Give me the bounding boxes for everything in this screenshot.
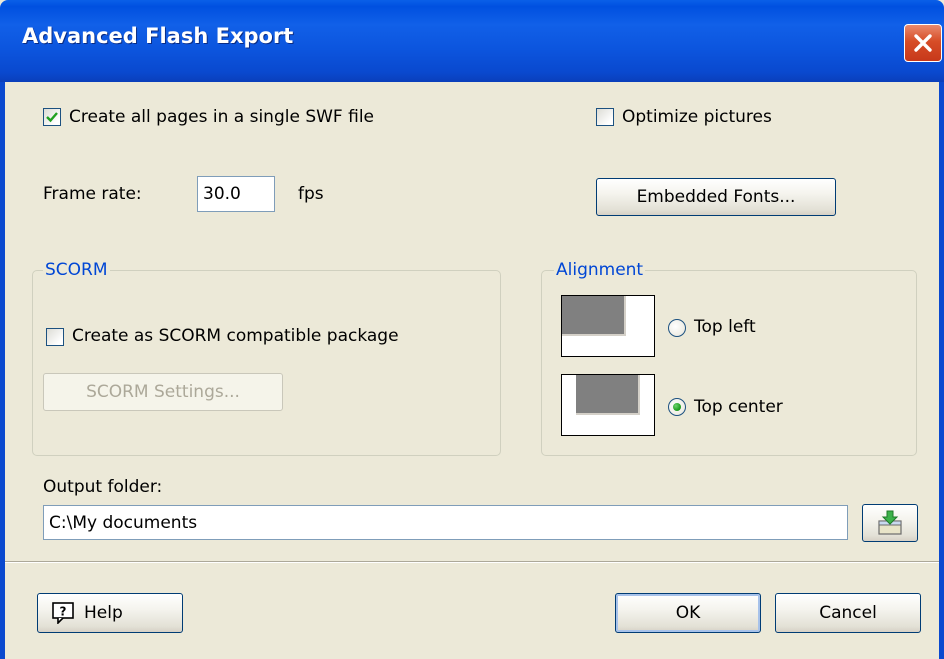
radio-selected-dot [673,403,681,411]
browse-folder-button[interactable] [862,504,918,542]
help-button-label: Help [84,603,123,623]
optimize-pictures-label[interactable]: Optimize pictures [622,107,772,127]
output-folder-input[interactable]: C:\My documents [43,505,848,540]
top-center-radio[interactable] [668,398,686,416]
top-center-preview [561,374,655,436]
top-center-preview-graphic [562,375,654,435]
top-center-label[interactable]: Top center [694,397,783,417]
ok-button[interactable]: OK [615,593,761,633]
output-folder-label: Output folder: [43,477,163,497]
svg-text:?: ? [60,605,67,619]
scorm-package-checkbox[interactable] [46,328,64,346]
scorm-legend: SCORM [43,260,110,280]
scorm-package-label[interactable]: Create as SCORM compatible package [72,326,399,346]
window-title: Advanced Flash Export [22,24,294,48]
top-left-radio[interactable] [668,319,686,337]
frame-rate-input[interactable]: 30.0 [197,176,275,212]
close-button[interactable] [904,24,942,62]
single-swf-label[interactable]: Create all pages in a single SWF file [69,107,374,127]
embedded-fonts-button[interactable]: Embedded Fonts... [596,178,836,216]
top-left-label[interactable]: Top left [694,317,756,337]
frame-rate-unit: fps [298,184,324,204]
alignment-legend: Alignment [554,260,646,280]
scorm-group [32,270,501,456]
help-icon: ? [52,602,74,624]
help-button[interactable]: ? Help [37,593,183,633]
frame-rate-label: Frame rate: [43,184,142,204]
top-left-preview [561,295,655,357]
check-mark-icon [46,112,58,123]
window-border-left [0,82,5,659]
folder-download-icon [878,510,902,535]
window-border-right [939,82,944,659]
title-bar[interactable]: Advanced Flash Export [0,0,944,82]
optimize-pictures-checkbox[interactable] [596,108,614,126]
single-swf-checkbox[interactable] [43,108,61,126]
cancel-button[interactable]: Cancel [775,593,921,633]
close-icon [914,34,932,52]
top-left-preview-graphic [562,296,654,356]
scorm-settings-button[interactable]: SCORM Settings... [43,373,283,411]
footer-separator-highlight [5,562,939,563]
